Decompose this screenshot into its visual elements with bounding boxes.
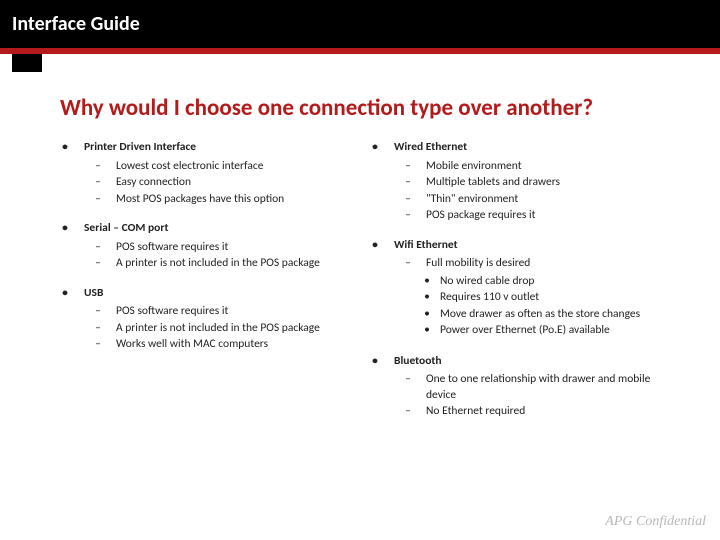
- right-column: •Wired Ethernet –Mobile environment –Mul…: [370, 140, 670, 434]
- title-bar-text: Interface Guide: [12, 12, 140, 36]
- subpoint: No wired cable drop: [440, 274, 534, 290]
- footer-confidential: APG Confidential: [605, 514, 706, 530]
- point: Lowest cost electronic interface: [116, 159, 263, 175]
- point: Most POS packages have this option: [116, 192, 284, 208]
- section-title: Wired Ethernet: [394, 140, 467, 156]
- title-bar: Interface Guide: [0, 0, 720, 48]
- point: One to one relationship with drawer and …: [426, 372, 670, 403]
- slide-heading: Why would I choose one connection type o…: [60, 94, 670, 122]
- accent-bar: [0, 48, 720, 54]
- section-wifi: •Wifi Ethernet –Full mobility is desired…: [370, 238, 670, 340]
- point: POS package requires it: [426, 208, 536, 224]
- point: A printer is not included in the POS pac…: [116, 256, 320, 272]
- point: Easy connection: [116, 175, 191, 191]
- section-title: Wifi Ethernet: [394, 238, 458, 254]
- section-usb: •USB –POS software requires it –A printe…: [60, 286, 360, 353]
- point: Mobile environment: [426, 159, 522, 175]
- point: "Thin" environment: [426, 192, 518, 208]
- point: Works well with MAC computers: [116, 337, 268, 353]
- section-serial: •Serial – COM port –POS software require…: [60, 221, 360, 272]
- subpoint: Requires 110 v outlet: [440, 290, 539, 306]
- section-title: USB: [84, 286, 103, 302]
- columns: •Printer Driven Interface –Lowest cost e…: [60, 140, 670, 434]
- point: POS software requires it: [116, 240, 228, 256]
- point: No Ethernet required: [426, 404, 525, 420]
- section-title: Serial – COM port: [84, 221, 168, 237]
- section-title: Bluetooth: [394, 354, 442, 370]
- section-printer: •Printer Driven Interface –Lowest cost e…: [60, 140, 360, 207]
- section-title: Printer Driven Interface: [84, 140, 196, 156]
- point: POS software requires it: [116, 304, 228, 320]
- slide-body: Why would I choose one connection type o…: [0, 72, 720, 434]
- point: Full mobility is desired: [426, 256, 530, 272]
- section-wired: •Wired Ethernet –Mobile environment –Mul…: [370, 140, 670, 224]
- point: A printer is not included in the POS pac…: [116, 321, 320, 337]
- point: Multiple tablets and drawers: [426, 175, 560, 191]
- subpoint: Power over Ethernet (Po.E) available: [440, 323, 610, 339]
- section-bluetooth: •Bluetooth –One to one relationship with…: [370, 354, 670, 420]
- subpoint: Move drawer as often as the store change…: [440, 307, 640, 323]
- title-notch: [12, 54, 42, 72]
- left-column: •Printer Driven Interface –Lowest cost e…: [60, 140, 360, 434]
